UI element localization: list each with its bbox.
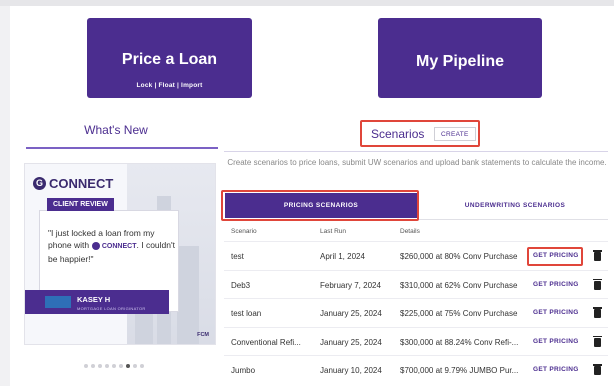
price-a-loan-title: Price a Loan	[121, 51, 218, 68]
tab-underwriting-scenarios[interactable]: UNDERWRITING SCENARIOS	[427, 193, 603, 218]
last-run-date: January 10, 2024	[320, 366, 382, 375]
price-a-loan-subtitle: Lock | Float | Import	[136, 82, 203, 89]
reviewer-name: KASEY H	[77, 295, 111, 304]
last-run-date: January 25, 2024	[320, 309, 382, 318]
scenarios-header-highlight: Scenarios CREATE	[360, 120, 480, 147]
connect-brand: CONNECT	[49, 176, 114, 191]
col-details: Details	[400, 228, 420, 235]
col-scenario: Scenario	[231, 228, 257, 235]
whats-new-heading: What's New	[84, 123, 148, 137]
carousel-dot[interactable]	[140, 364, 144, 368]
col-last-run: Last Run	[320, 228, 347, 235]
table-row[interactable]: Conventional Refi... January 25, 2024 $300…	[224, 326, 608, 356]
trash-icon[interactable]	[593, 278, 602, 290]
trash-icon[interactable]	[593, 335, 602, 347]
carousel-dots	[84, 364, 144, 368]
carousel-dot[interactable]	[98, 364, 102, 368]
create-scenario-button[interactable]: CREATE	[434, 127, 476, 141]
carousel-dot[interactable]	[126, 364, 130, 368]
table-row[interactable]: test April 1, 2024 $260,000 at 80% Conv Pu…	[224, 241, 608, 270]
scenarios-divider	[224, 151, 608, 152]
last-run-date: January 25, 2024	[320, 337, 382, 347]
connect-logo: G CONNECT	[33, 176, 113, 191]
last-run-date: April 1, 2024	[320, 252, 365, 261]
scenario-details: $225,000 at 75% Conv Purchase	[400, 309, 518, 318]
scenario-details: $700,000 at 9.79% JUMBO Pur...	[400, 366, 519, 375]
price-a-loan-button[interactable]: Price a Loan Lock | Float | Import	[87, 18, 252, 98]
table-body: test April 1, 2024 $260,000 at 80% Conv Pu…	[224, 241, 608, 384]
dashboard: Price a Loan Lock | Float | Import My Pi…	[10, 6, 614, 386]
carousel-dot[interactable]	[91, 364, 95, 368]
reviewer-logo-icon	[45, 296, 71, 308]
get-pricing-button[interactable]: GET PRICING	[533, 338, 579, 345]
scenarios-description: Create scenarios to price loans, submit …	[227, 158, 607, 167]
fcm-footer-logo: FCM	[197, 332, 209, 338]
scenario-name: Conventional Refi...	[231, 337, 301, 347]
scenario-name: test loan	[231, 309, 262, 318]
scenario-details: $300,000 at 88.24% Conv Refi-...	[400, 337, 519, 347]
carousel-dot[interactable]	[133, 364, 137, 368]
get-pricing-button[interactable]: GET PRICING	[533, 252, 579, 259]
scenario-name: Jumbo	[231, 366, 256, 375]
my-pipeline-title: My Pipeline	[415, 53, 505, 70]
carousel-dot[interactable]	[112, 364, 116, 368]
review-quote: "I just locked a loan from my phone with…	[48, 227, 178, 265]
carousel-dot[interactable]	[105, 364, 109, 368]
table-row[interactable]: test loan January 25, 2024 $225,000 at 75%…	[224, 298, 608, 327]
scenario-name: test	[231, 252, 244, 261]
table-row[interactable]: Deb3 February 7, 2024 $310,000 at 62% Conv…	[224, 269, 608, 299]
table-row[interactable]: Jumbo January 10, 2024 $700,000 at 9.79% J…	[224, 355, 608, 384]
building-shape	[177, 246, 199, 344]
get-pricing-button[interactable]: GET PRICING	[533, 281, 579, 288]
get-pricing-button[interactable]: GET PRICING	[533, 366, 579, 373]
pricing-tab-highlight	[221, 190, 419, 221]
carousel-dot[interactable]	[84, 364, 88, 368]
table-header: Scenario Last Run Details	[224, 222, 608, 241]
whats-new-underline	[26, 147, 218, 149]
get-pricing-button[interactable]: GET PRICING	[533, 309, 579, 316]
trash-icon[interactable]	[593, 307, 602, 318]
trash-icon[interactable]	[593, 364, 602, 375]
scenario-details: $260,000 at 80% Conv Purchase	[400, 252, 518, 261]
scenarios-heading: Scenarios	[371, 127, 425, 141]
client-review-badge: CLIENT REVIEW	[47, 198, 114, 211]
quote-brand: CONNECT	[101, 243, 137, 250]
reviewer-title: MORTGAGE LOAN ORIGINATOR	[77, 306, 146, 311]
scenario-details: $310,000 at 62% Conv Purchase	[400, 280, 518, 290]
trash-icon[interactable]	[593, 250, 602, 261]
g-logo-icon: G	[33, 177, 46, 190]
connect-mini-icon	[91, 241, 100, 250]
my-pipeline-button[interactable]: My Pipeline	[378, 18, 542, 98]
promo-carousel-slide[interactable]: G CONNECT "I just locked a loan from my …	[24, 163, 216, 345]
carousel-dot[interactable]	[119, 364, 123, 368]
last-run-date: February 7, 2024	[320, 280, 381, 290]
scenarios-table: Scenario Last Run Details test April 1, 2…	[224, 222, 608, 384]
scenario-name: Deb3	[231, 280, 251, 290]
